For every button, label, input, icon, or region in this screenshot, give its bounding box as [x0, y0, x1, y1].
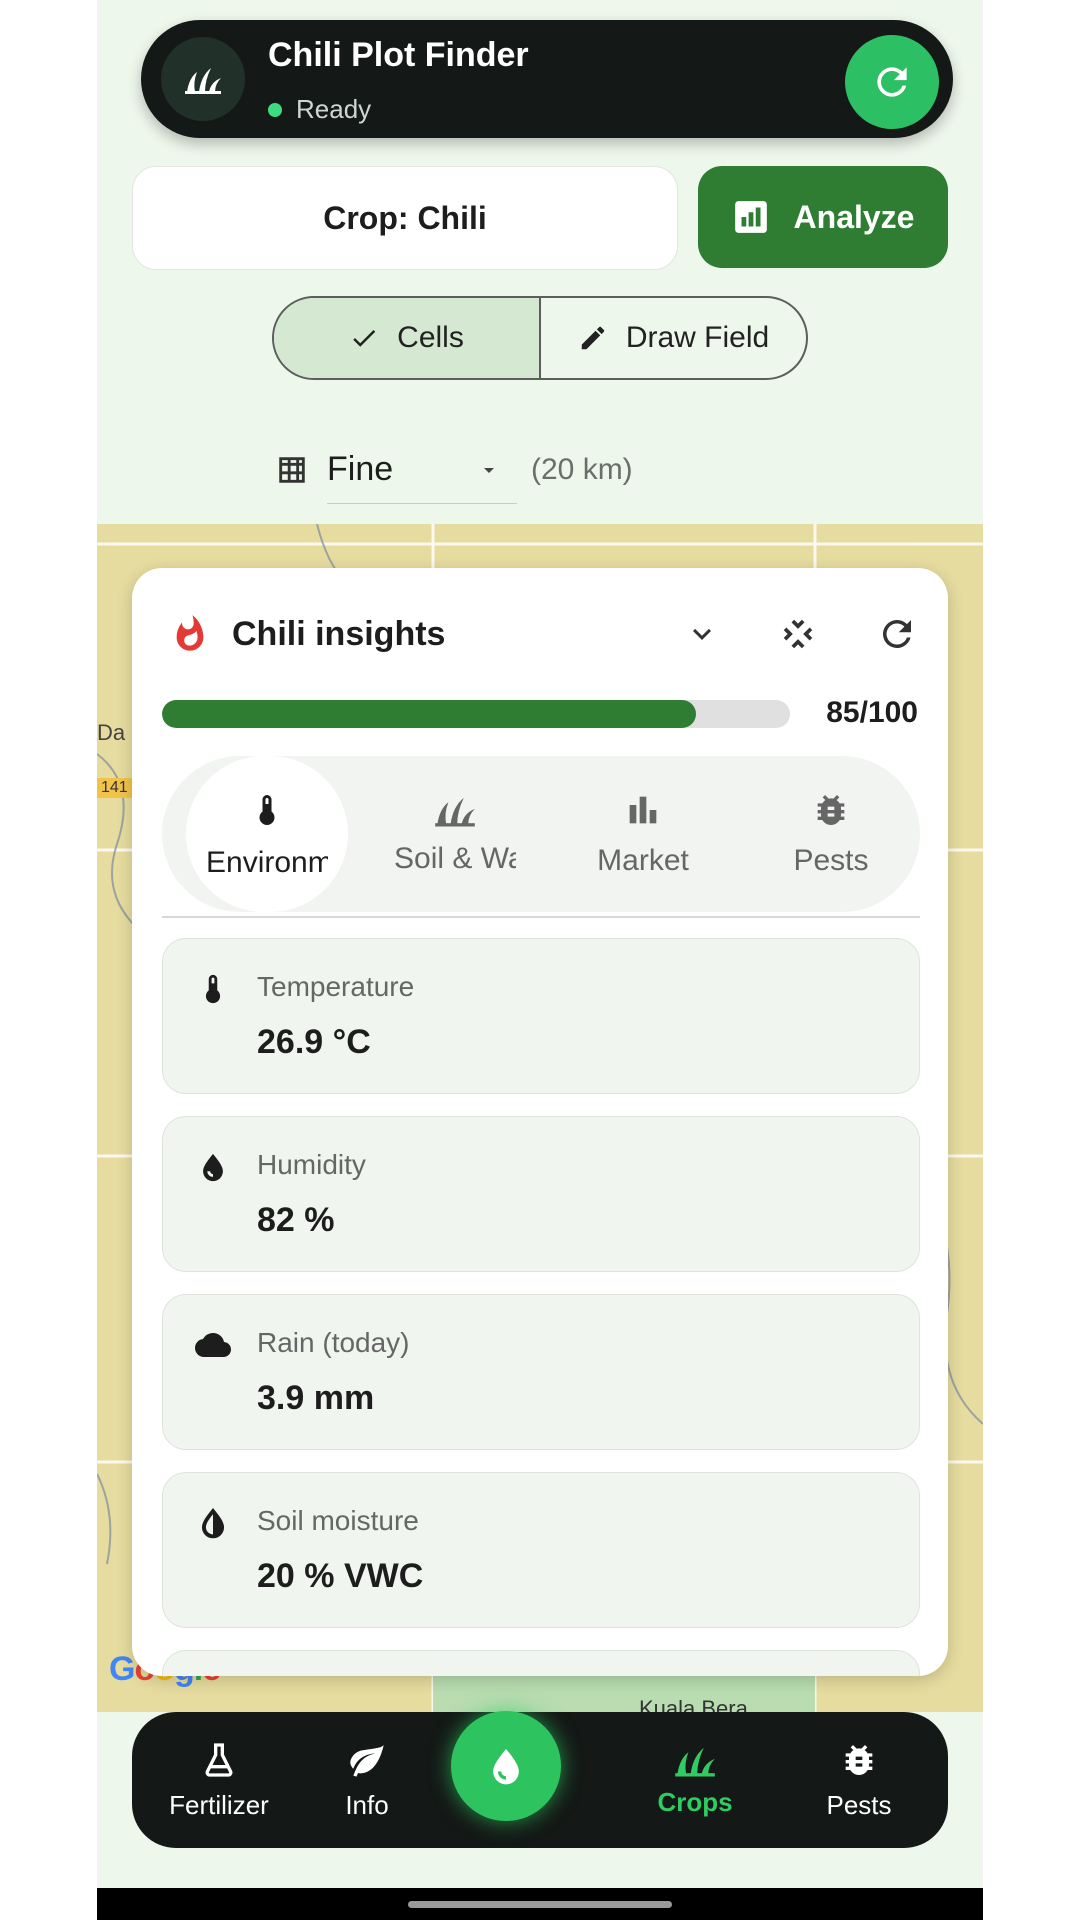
cloud-icon: [193, 1325, 233, 1365]
chevron-down-icon[interactable]: [684, 616, 720, 652]
status-dot: [268, 102, 282, 117]
bug-icon: [817, 795, 845, 825]
insights-actions: [684, 612, 918, 656]
insights-title: Chili insights: [232, 614, 446, 653]
cells-label: Cells: [397, 321, 464, 354]
app-status: Ready: [268, 94, 371, 125]
map-road-label: 141: [97, 778, 132, 798]
nav-pests-label: Pests: [826, 1789, 892, 1820]
analyze-button[interactable]: Analyze: [698, 166, 948, 268]
map-place-label-kuala-bera: Kuala Bera: [639, 1696, 748, 1712]
metric-label: Temperature: [257, 971, 415, 1002]
tab-market-label: Market: [597, 844, 689, 877]
nav-crops[interactable]: Crops: [640, 1712, 750, 1848]
refresh-button[interactable]: [845, 35, 939, 129]
tab-pests-label: Pests: [793, 844, 869, 877]
flask-icon: [205, 1742, 233, 1777]
water-fab-button[interactable]: [451, 1711, 561, 1821]
sprout-icon: [161, 37, 245, 121]
draw-field-option[interactable]: Draw Field: [541, 298, 806, 378]
sprout-icon: [435, 797, 475, 827]
thermometer-icon: [193, 969, 233, 1009]
metric-label: Rain (today): [257, 1327, 410, 1358]
water-drop-icon: [193, 1147, 233, 1187]
cells-option[interactable]: Cells: [274, 298, 541, 378]
insights-card: Chili insights 85/100 Environment: [132, 568, 948, 1676]
metric-soil-moisture: Soil moisture 20 % VWC: [162, 1472, 920, 1628]
score-progress-bar: [162, 700, 790, 728]
metric-label: Humidity: [257, 1149, 366, 1180]
google-logo-letter: G: [109, 1650, 135, 1688]
app-title: Chili Plot Finder: [268, 36, 529, 74]
home-indicator[interactable]: [408, 1901, 672, 1908]
metric-temperature: Temperature 26.9 °C: [162, 938, 920, 1094]
draw-field-label: Draw Field: [625, 321, 770, 354]
draw-icon: [581, 326, 605, 350]
app-frame: Da 141 Kuala Bera Google Chili Plot Find…: [97, 0, 983, 1920]
check-icon: [353, 330, 376, 347]
metric-rain: Rain (today) 3.9 mm: [162, 1294, 920, 1450]
app-bar: Chili Plot Finder Ready: [141, 20, 953, 138]
refresh-icon[interactable]: [876, 613, 918, 655]
tab-pests[interactable]: Pests: [750, 756, 912, 912]
grid-icon: [279, 457, 305, 483]
bug-icon: [845, 1744, 873, 1775]
metric-humidity: Humidity 82 %: [162, 1116, 920, 1272]
metric-value: 26.9 °C: [257, 1023, 371, 1061]
nav-info[interactable]: Info: [312, 1712, 422, 1848]
map-place-label: Da: [97, 720, 126, 745]
sprout-icon: [675, 1747, 715, 1776]
nav-fertilizer[interactable]: Fertilizer: [152, 1712, 286, 1848]
bar-chart-icon: [629, 796, 657, 824]
metric-next-partial: [162, 1650, 920, 1676]
analyze-label: Analyze: [793, 198, 915, 235]
score-text: 85/100: [826, 696, 918, 729]
metric-label: Soil moisture: [257, 1505, 419, 1536]
nav-crops-label: Crops: [657, 1786, 733, 1817]
crop-selector[interactable]: Crop: Chili: [132, 166, 678, 270]
dropdown-arrow-icon: [484, 467, 494, 473]
metric-value: 20 % VWC: [257, 1557, 424, 1595]
fire-icon: [176, 615, 204, 651]
mode-toggle: Cells Draw Field: [272, 296, 808, 380]
resolution-value: Fine: [327, 450, 394, 488]
nav-pests[interactable]: Pests: [804, 1712, 914, 1848]
insights-tabs: Environment Soil & Water: [162, 756, 920, 912]
tab-environment-label: Environment: [206, 846, 328, 879]
status-text: Ready: [296, 94, 372, 124]
resolution-row: Fine (20 km): [275, 436, 633, 504]
thermometer-icon: [259, 795, 275, 825]
water-drop-icon: [493, 1748, 519, 1785]
collapse-icon[interactable]: [776, 612, 820, 656]
score-progress-fill: [162, 700, 696, 728]
nav-info-label: Info: [345, 1789, 389, 1820]
tab-market[interactable]: Market: [562, 756, 724, 912]
metric-value: 82 %: [257, 1201, 335, 1239]
tab-soil-water[interactable]: Soil & Water: [374, 756, 536, 912]
contrast-drop-icon: [193, 1503, 233, 1543]
refresh-icon: [877, 67, 907, 97]
resolution-note: (20 km): [531, 453, 633, 486]
insights-header: Chili insights: [170, 614, 445, 654]
metric-value: 3.9 mm: [257, 1379, 375, 1417]
tab-soil-water-label: Soil & Water: [394, 842, 516, 875]
analytics-icon: [734, 201, 767, 233]
tabs-divider: [162, 916, 920, 918]
leaf-icon: [350, 1744, 384, 1777]
nav-fertilizer-label: Fertilizer: [169, 1789, 269, 1820]
resolution-dropdown[interactable]: Fine: [327, 436, 517, 504]
tab-environment[interactable]: Environment: [186, 756, 348, 912]
